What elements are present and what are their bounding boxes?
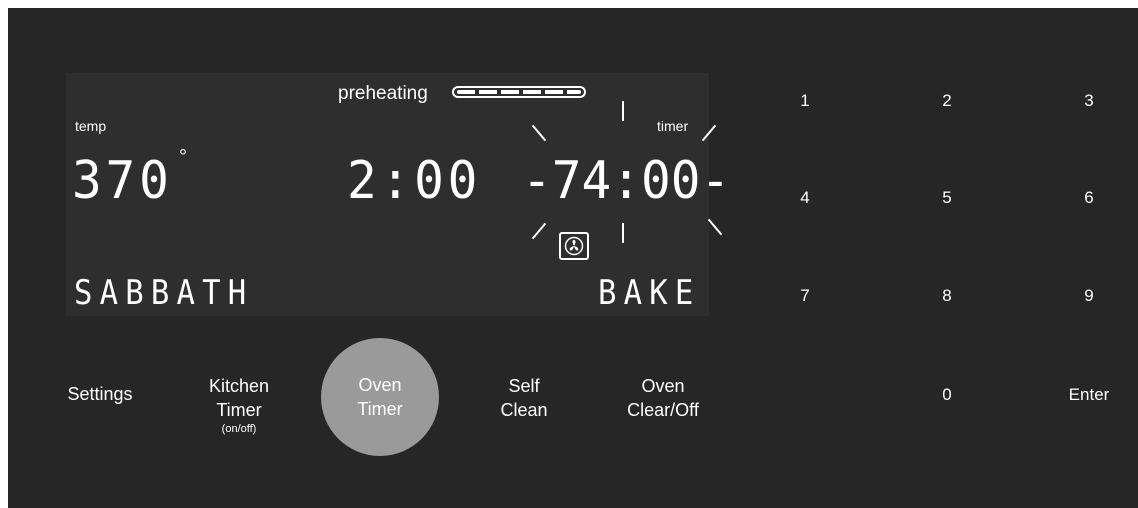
enter-key[interactable]: Enter: [1058, 385, 1120, 405]
self-clean-button[interactable]: Self Clean: [484, 374, 564, 422]
oven-timer-text: Oven Timer: [321, 373, 439, 421]
flash-ray-top: [622, 101, 624, 121]
oven-control-panel: preheating temp 370 ° 2:00 timer -74:00-: [8, 8, 1138, 508]
kitchen-timer-line2: Timer: [216, 400, 262, 420]
clock-value: 2:00: [347, 151, 482, 211]
key-9[interactable]: 9: [1079, 286, 1099, 306]
kitchen-timer-line1: Kitchen: [208, 376, 270, 396]
key-0[interactable]: 0: [937, 385, 957, 405]
settings-button[interactable]: Settings: [60, 382, 140, 406]
mode-right-text: BAKE: [598, 273, 701, 313]
temp-degree-symbol: °: [179, 146, 187, 168]
key-3[interactable]: 3: [1079, 91, 1099, 111]
oven-timer-line2: Timer: [357, 399, 403, 419]
flash-ray-top-right: [701, 124, 717, 142]
kitchen-timer-button[interactable]: Kitchen Timer (on/off): [194, 374, 284, 436]
key-4[interactable]: 4: [795, 188, 815, 208]
key-5[interactable]: 5: [937, 188, 957, 208]
kitchen-timer-sub: (on/off): [221, 423, 257, 435]
temp-value: 370: [72, 151, 173, 211]
key-2[interactable]: 2: [937, 91, 957, 111]
self-clean-line2: Clean: [500, 400, 548, 420]
timer-label: timer: [657, 118, 689, 134]
key-6[interactable]: 6: [1079, 188, 1099, 208]
self-clean-line1: Self: [508, 376, 540, 396]
mode-left-text: SABBATH: [74, 273, 254, 313]
key-8[interactable]: 8: [937, 286, 957, 306]
flash-ray-bottom-left: [531, 222, 547, 240]
lcd-display: preheating temp 370 ° 2:00 timer -74:00-: [66, 73, 730, 316]
flash-ray-bottom-right: [707, 218, 723, 236]
convection-fan-icon: [559, 232, 589, 260]
flash-ray-top-left: [531, 124, 547, 142]
key-7[interactable]: 7: [795, 286, 815, 306]
oven-timer-line1: Oven: [358, 375, 402, 395]
preheat-progress-fill: [457, 90, 581, 94]
flash-ray-bottom: [622, 223, 624, 243]
preheat-progress-bar: [452, 86, 586, 98]
oven-timer-button[interactable]: Oven Timer: [321, 338, 439, 456]
preheating-label: preheating: [338, 83, 428, 104]
temp-label: temp: [75, 118, 107, 134]
oven-clear-off-button[interactable]: Oven Clear/Off: [613, 374, 713, 422]
oven-clear-line1: Oven: [641, 376, 685, 396]
timer-value: -74:00-: [522, 151, 731, 211]
fan-glyph-icon: [564, 236, 584, 256]
oven-clear-line2: Clear/Off: [627, 400, 699, 420]
key-1[interactable]: 1: [795, 91, 815, 111]
